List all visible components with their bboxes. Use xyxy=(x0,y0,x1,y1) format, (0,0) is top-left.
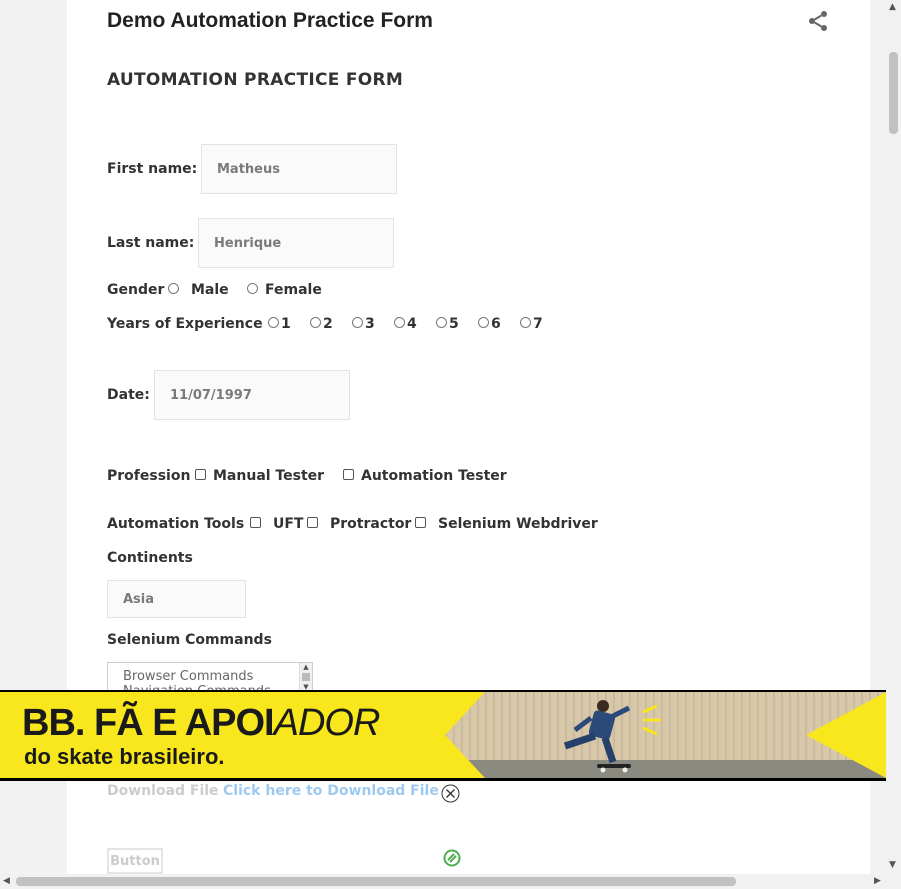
profession-manual-checkbox[interactable] xyxy=(195,469,206,480)
experience-option-4: 4 xyxy=(407,316,417,332)
download-link[interactable]: Click here to Download File xyxy=(223,783,439,799)
experience-option-7: 7 xyxy=(533,316,543,332)
gender-male-radio[interactable] xyxy=(168,283,179,294)
experience-option-2: 2 xyxy=(323,316,333,332)
last-name-value: Henrique xyxy=(214,235,282,251)
horizontal-scroll-thumb[interactable] xyxy=(16,877,736,886)
scroll-up-arrow-icon[interactable]: ▲ xyxy=(300,663,312,671)
experience-radio-4[interactable] xyxy=(394,317,405,328)
experience-radio-1[interactable] xyxy=(268,317,279,328)
first-name-input[interactable]: Matheus xyxy=(201,144,397,194)
scroll-down-icon[interactable]: ▼ xyxy=(889,860,896,870)
profession-manual-label: Manual Tester xyxy=(213,468,325,484)
date-input[interactable]: 11/07/1997 xyxy=(154,370,350,420)
vertical-scroll-thumb[interactable] xyxy=(889,52,898,134)
profession-automation-label: Automation Tester xyxy=(361,468,507,484)
tool-protractor-checkbox[interactable] xyxy=(307,517,318,528)
tool-uft-label: UFT xyxy=(273,516,304,532)
scroll-up-icon[interactable]: ▲ xyxy=(889,2,896,12)
scroll-right-icon[interactable]: ▶ xyxy=(874,876,881,886)
last-name-label: Last name: xyxy=(107,235,195,251)
profession-automation-checkbox[interactable] xyxy=(343,469,354,480)
date-value: 11/07/1997 xyxy=(170,387,252,403)
listbox-scroll-thumb[interactable] xyxy=(302,673,310,681)
gender-label: Gender xyxy=(107,282,165,298)
ad-subline: do skate brasileiro. xyxy=(24,744,225,769)
first-name-value: Matheus xyxy=(217,161,280,177)
tools-label: Automation Tools xyxy=(107,516,245,532)
scroll-left-icon[interactable]: ◀ xyxy=(3,876,10,886)
last-name-input[interactable]: Henrique xyxy=(198,218,394,268)
commands-label: Selenium Commands xyxy=(107,632,272,648)
ad-headline-part2: ADOR xyxy=(273,702,381,744)
continents-label: Continents xyxy=(107,550,193,566)
gender-male-label: Male xyxy=(191,282,229,298)
first-name-label: First name: xyxy=(107,161,198,177)
experience-option-5: 5 xyxy=(449,316,459,332)
page-title: Demo Automation Practice Form xyxy=(107,9,433,32)
tool-selenium-label: Selenium Webdriver xyxy=(438,516,598,532)
tool-protractor-label: Protractor xyxy=(330,516,412,532)
experience-radio-6[interactable] xyxy=(478,317,489,328)
form-heading: AUTOMATION PRACTICE FORM xyxy=(107,70,404,90)
experience-radio-3[interactable] xyxy=(352,317,363,328)
ad-headline-part1: BB. FÃ E APOI xyxy=(22,702,275,744)
form-button[interactable]: Button xyxy=(107,848,163,874)
adchoices-icon[interactable] xyxy=(443,849,461,867)
continents-select[interactable]: Asia xyxy=(107,580,246,618)
experience-option-1: 1 xyxy=(281,316,291,332)
gender-female-radio[interactable] xyxy=(247,283,258,294)
experience-radio-7[interactable] xyxy=(520,317,531,328)
profession-label: Profession xyxy=(107,468,191,484)
tool-uft-checkbox[interactable] xyxy=(250,517,261,528)
experience-radio-2[interactable] xyxy=(310,317,321,328)
form-button-label: Button xyxy=(110,853,160,869)
continents-value: Asia xyxy=(123,591,155,607)
gender-female-label: Female xyxy=(265,282,322,298)
experience-radio-5[interactable] xyxy=(436,317,447,328)
date-label: Date: xyxy=(107,387,150,403)
experience-option-6: 6 xyxy=(491,316,501,332)
tool-selenium-checkbox[interactable] xyxy=(415,517,426,528)
experience-option-3: 3 xyxy=(365,316,375,332)
skater-image xyxy=(563,700,661,773)
ad-banner[interactable]: BB. FÃ E APOIADOR do skate brasileiro. xyxy=(0,690,886,781)
close-icon[interactable] xyxy=(441,784,460,803)
command-option[interactable]: Browser Commands xyxy=(108,669,312,684)
ad-headline: BB. FÃ E APOIADOR xyxy=(22,702,381,745)
download-label: Download File xyxy=(107,783,219,799)
experience-label: Years of Experience xyxy=(107,316,263,332)
share-icon[interactable] xyxy=(806,9,830,33)
